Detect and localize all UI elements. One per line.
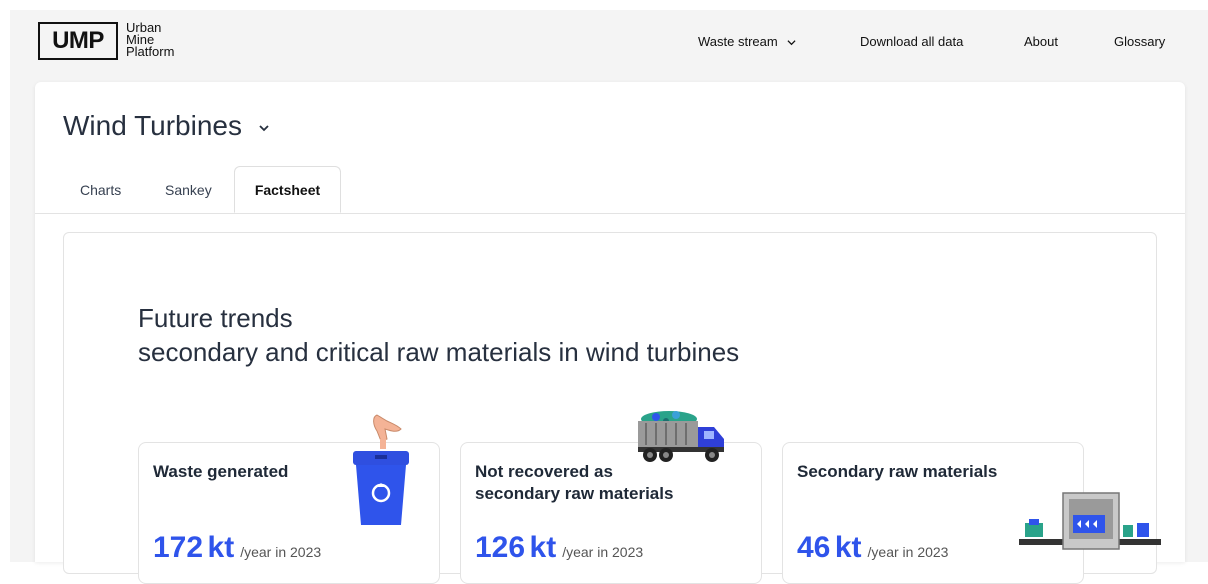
- waste-stream-title[interactable]: Wind Turbines: [63, 110, 270, 142]
- factsheet-heading: Future trends secondary and critical raw…: [138, 303, 740, 367]
- nav-download-all-data[interactable]: Download all data: [860, 34, 963, 49]
- stat-value: 126 kt/year in 2023: [475, 531, 644, 564]
- top-navigation: UMP Urban Mine Platform Waste stream Dow…: [10, 10, 1208, 82]
- stat-card-secondary-raw-materials: Secondary raw materials 46 kt/year in 20…: [782, 442, 1161, 584]
- main-card: Wind Turbines Charts Sankey Factsheet Fu…: [35, 82, 1185, 584]
- nav-waste-stream-dropdown[interactable]: Waste stream: [698, 34, 796, 49]
- stat-label: Waste generated: [153, 462, 289, 481]
- logo-mark: UMP: [38, 22, 118, 60]
- stat-label: Secondary raw materials: [797, 462, 998, 481]
- stat-card-not-recovered: Not recovered as secondary raw materials…: [460, 411, 762, 584]
- recycling-machine-icon: [1019, 492, 1161, 550]
- stat-card-waste-generated: Waste generated 172 kt/year in 2023: [138, 414, 440, 584]
- tab-factsheet[interactable]: Factsheet: [234, 166, 341, 213]
- nav-about[interactable]: About: [1024, 34, 1058, 49]
- chevron-down-icon: [787, 40, 796, 46]
- dump-truck-icon: [638, 411, 724, 462]
- logo-text: Urban Mine Platform: [126, 20, 175, 59]
- stat-label: Not recovered as secondary raw materials: [475, 462, 674, 503]
- stat-value: 46 kt/year in 2023: [797, 531, 949, 564]
- tab-charts[interactable]: Charts: [80, 182, 121, 198]
- tab-bar: Charts Sankey Factsheet: [35, 166, 1185, 214]
- tab-sankey[interactable]: Sankey: [165, 182, 212, 198]
- chevron-down-icon: [259, 124, 269, 131]
- nav-glossary[interactable]: Glossary: [1114, 34, 1165, 49]
- recycling-bin-icon: [353, 414, 409, 525]
- factsheet-panel: Future trends secondary and critical raw…: [63, 232, 1161, 584]
- stat-value: 172 kt/year in 2023: [153, 531, 322, 564]
